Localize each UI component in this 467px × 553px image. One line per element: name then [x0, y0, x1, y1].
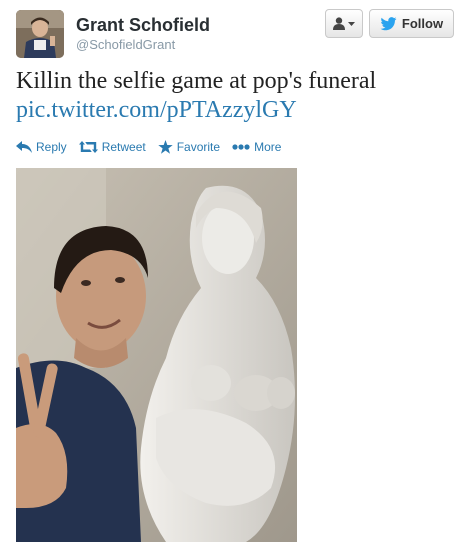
avatar[interactable] — [16, 10, 64, 58]
avatar-photo — [16, 10, 64, 58]
tweet-actions: Reply Retweet Favorite More — [16, 140, 281, 154]
user-actions-dropdown-button[interactable] — [325, 9, 363, 38]
selfie-with-statue-photo — [16, 168, 297, 542]
twitter-bird-icon — [380, 16, 397, 30]
more-label: More — [254, 140, 282, 154]
more-action[interactable]: More — [232, 140, 281, 154]
user-screen-name[interactable]: @SchofieldGrant — [76, 37, 210, 53]
tweet-text: Killin the selfie game at pop's funeral … — [16, 67, 456, 125]
tweet-card: Grant Schofield @SchofieldGrant Follow K… — [0, 0, 467, 553]
user-full-name[interactable]: Grant Schofield — [76, 14, 210, 36]
tweet-media-link[interactable]: pic.twitter.com/pPTAzzylGY — [16, 96, 456, 125]
reply-action[interactable]: Reply — [16, 140, 67, 154]
favorite-label: Favorite — [176, 140, 221, 154]
tweet-photo[interactable] — [16, 168, 297, 542]
more-dots-icon — [232, 144, 250, 150]
user-info: Grant Schofield @SchofieldGrant — [76, 14, 210, 53]
follow-label: Follow — [401, 16, 444, 31]
retweet-action[interactable]: Retweet — [78, 140, 146, 154]
favorite-action[interactable]: Favorite — [158, 140, 220, 154]
retweet-label: Retweet — [101, 140, 146, 154]
reply-label: Reply — [36, 140, 67, 154]
follow-button[interactable]: Follow — [369, 9, 454, 38]
star-icon — [158, 140, 173, 154]
retweet-icon — [78, 141, 98, 153]
person-icon — [333, 17, 345, 30]
caret-down-icon — [348, 21, 355, 26]
reply-icon — [16, 141, 32, 153]
tweet-body: Killin the selfie game at pop's funeral — [16, 68, 377, 94]
